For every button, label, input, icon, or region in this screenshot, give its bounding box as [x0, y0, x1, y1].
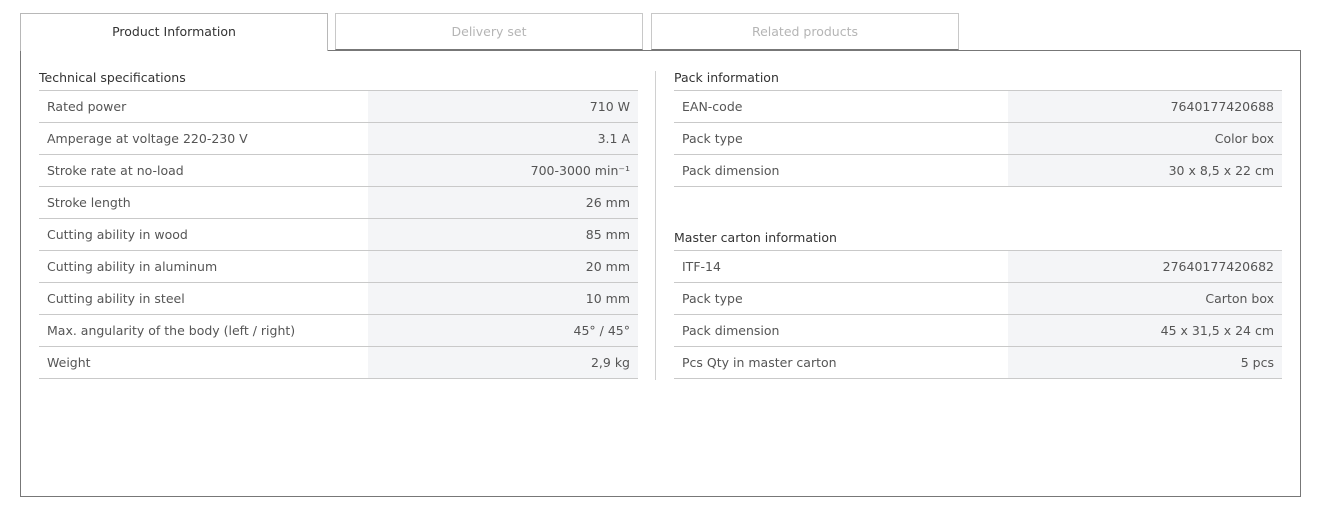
row-value: 7640177420688	[1008, 91, 1282, 122]
row-value: 20 mm	[368, 251, 638, 282]
row-label: Rated power	[39, 91, 368, 122]
row-value: 3.1 A	[368, 123, 638, 154]
table-row: Max. angularity of the body (left / righ…	[39, 315, 638, 347]
spec-table: Rated power 710 W Amperage at voltage 220-…	[39, 91, 638, 379]
row-value: 5 pcs	[1008, 347, 1282, 378]
tab-bar: Product Information Delivery set Related…	[20, 13, 1301, 51]
table-row: Stroke length 26 mm	[39, 187, 638, 219]
tab-product-information[interactable]: Product Information	[20, 13, 328, 51]
row-value: 45° / 45°	[368, 315, 638, 346]
table-row: Rated power 710 W	[39, 91, 638, 123]
technical-specifications-section: Technical specifications Rated power 710 …	[39, 51, 638, 379]
row-value: 27640177420682	[1008, 251, 1282, 282]
table-row: Pack type Color box	[674, 123, 1282, 155]
tab-label: Delivery set	[451, 24, 527, 39]
row-value: Carton box	[1008, 283, 1282, 314]
table-row: Amperage at voltage 220-230 V 3.1 A	[39, 123, 638, 155]
row-label: Amperage at voltage 220-230 V	[39, 123, 368, 154]
table-row: Cutting ability in wood 85 mm	[39, 219, 638, 251]
row-label: Pack dimension	[674, 315, 1008, 346]
table-row: Pack dimension 30 x 8,5 x 22 cm	[674, 155, 1282, 187]
row-label: Pack dimension	[674, 155, 1008, 186]
row-value: Color box	[1008, 123, 1282, 154]
row-label: ITF-14	[674, 251, 1008, 282]
table-row: Pack dimension 45 x 31,5 x 24 cm	[674, 315, 1282, 347]
row-label: Pcs Qty in master carton	[674, 347, 1008, 378]
column-divider	[655, 71, 656, 380]
row-label: Stroke rate at no-load	[39, 155, 368, 186]
row-value: 700-3000 min⁻¹	[368, 155, 638, 186]
section-title: Technical specifications	[39, 51, 638, 91]
row-value: 45 x 31,5 x 24 cm	[1008, 315, 1282, 346]
row-value: 10 mm	[368, 283, 638, 314]
row-value: 2,9 kg	[368, 347, 638, 378]
table-row: Cutting ability in steel 10 mm	[39, 283, 638, 315]
row-label: Cutting ability in wood	[39, 219, 368, 250]
table-row: Cutting ability in aluminum 20 mm	[39, 251, 638, 283]
row-label: Weight	[39, 347, 368, 378]
table-row: EAN-code 7640177420688	[674, 91, 1282, 123]
table-row: Stroke rate at no-load 700-3000 min⁻¹	[39, 155, 638, 187]
pack-table: EAN-code 7640177420688 Pack type Color box P…	[674, 91, 1282, 187]
row-value: 85 mm	[368, 219, 638, 250]
row-label: EAN-code	[674, 91, 1008, 122]
table-row: Weight 2,9 kg	[39, 347, 638, 379]
row-value: 710 W	[368, 91, 638, 122]
tab-label: Product Information	[112, 24, 236, 39]
tab-related-products[interactable]: Related products	[651, 13, 959, 50]
pack-information-section: Pack information EAN-code 7640177420688 Pa…	[674, 51, 1282, 187]
master-carton-table: ITF-14 27640177420682 Pack type Carton box P…	[674, 251, 1282, 379]
row-label: Cutting ability in steel	[39, 283, 368, 314]
table-row: Pcs Qty in master carton 5 pcs	[674, 347, 1282, 379]
tab-label: Related products	[751, 24, 859, 39]
row-label: Pack type	[674, 283, 1008, 314]
tab-delivery-set[interactable]: Delivery set	[335, 13, 643, 50]
section-title: Pack information	[674, 51, 1282, 91]
row-label: Stroke length	[39, 187, 368, 218]
row-label: Pack type	[674, 123, 1008, 154]
row-label: Cutting ability in aluminum	[39, 251, 368, 282]
row-value: 30 x 8,5 x 22 cm	[1008, 155, 1282, 186]
master-carton-section: Master carton information ITF-14 27640177…	[674, 211, 1282, 379]
section-title: Master carton information	[674, 211, 1282, 251]
tab-panel: Technical specifications Rated power 710 …	[20, 50, 1301, 497]
row-value: 26 mm	[368, 187, 638, 218]
table-row: ITF-14 27640177420682	[674, 251, 1282, 283]
table-row: Pack type Carton box	[674, 283, 1282, 315]
row-label: Max. angularity of the body (left / righ…	[39, 315, 368, 346]
